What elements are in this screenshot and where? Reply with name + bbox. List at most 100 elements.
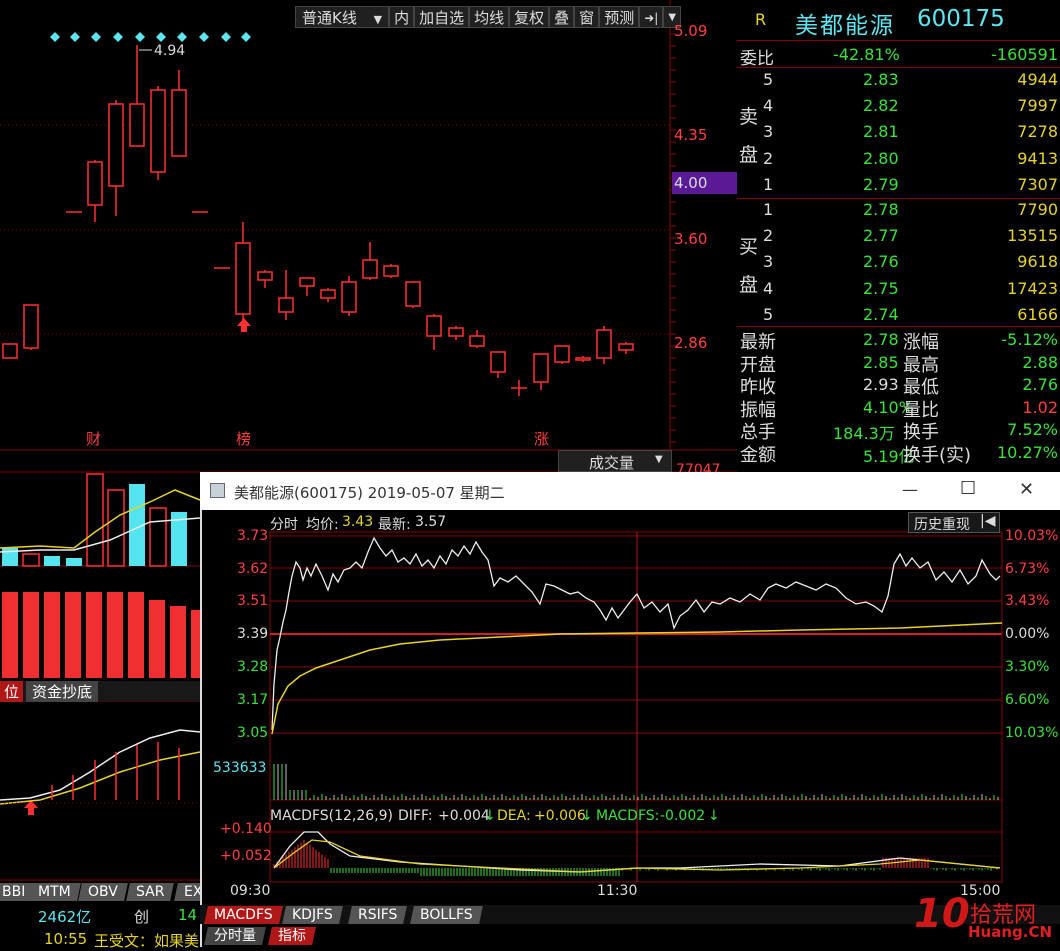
last-price-label: 最新:: [378, 517, 411, 533]
candle-body: [469, 335, 485, 347]
tab-indicator[interactable]: 指标: [268, 927, 316, 945]
buy-side-label: 买: [739, 236, 759, 258]
stat-value: 1.02: [1022, 397, 1058, 417]
diamond-marker: [70, 32, 80, 42]
tab-volume[interactable]: 分时量: [204, 927, 266, 945]
divider: [737, 67, 1060, 68]
order-level: 5: [763, 70, 774, 89]
indicator-tag-fund[interactable]: 资金抄底: [26, 681, 99, 702]
fund-bar: [2, 592, 18, 678]
tab-obv[interactable]: OBV: [78, 883, 128, 901]
fund-bar: [149, 600, 165, 678]
diamond-marker: [91, 32, 101, 42]
order-level: 2: [763, 148, 774, 168]
volume-bar: [22, 553, 40, 567]
fund-bar: [44, 592, 60, 678]
kchart-price-label: 3.60: [674, 230, 708, 248]
tab-mtm[interactable]: MTM: [28, 883, 81, 901]
nav-arrow-icon[interactable]: ➜|: [639, 6, 664, 28]
indicator-line: [0, 751, 201, 805]
candle-body: [596, 329, 612, 359]
order-volume: 9618: [1017, 252, 1058, 272]
order-price: 2.78: [863, 200, 899, 219]
stat-value: 2.88: [1022, 352, 1058, 372]
candle-body: [554, 345, 570, 363]
candle-body: [129, 103, 145, 147]
stat-value: 2.93: [863, 375, 899, 394]
diff-value: +0.004: [438, 808, 490, 824]
last-price-value: 3.57: [415, 514, 447, 530]
time-axis-label: 11:30: [597, 883, 638, 899]
order-price: 2.79: [863, 174, 899, 194]
intraday-chart: [269, 531, 1003, 883]
volume-indicator-select[interactable]: 成交量 ▼: [558, 450, 672, 472]
diamond-marker: [199, 32, 209, 42]
pct-axis-label: 3.30%: [1005, 659, 1050, 675]
toolbar-button-forecast[interactable]: 预测: [599, 6, 640, 28]
diff-label: DIFF:: [398, 808, 433, 824]
dea-label: DEA:: [497, 808, 531, 824]
order-volume: 7997: [1017, 96, 1058, 116]
event-label-finance[interactable]: 财: [86, 428, 101, 449]
tab-bollfs[interactable]: BOLLFS: [410, 906, 483, 924]
watermark-number: 10: [914, 891, 970, 937]
candle-body: [87, 161, 103, 206]
up-arrow-icon: [24, 800, 38, 815]
order-volume: 17423: [1007, 278, 1058, 298]
fund-bar: [170, 606, 186, 678]
kline-type-select[interactable]: 普通K线 ▼: [295, 6, 390, 28]
indicator-tag-left[interactable]: 位: [0, 681, 24, 702]
news-ticker-text[interactable]: 王受文：如果美: [94, 930, 199, 951]
macdfs-label: MACDFS:: [596, 808, 660, 824]
volume-bar: [107, 489, 125, 567]
divider: [737, 40, 1060, 41]
event-label-limit-up[interactable]: 涨: [534, 428, 549, 449]
price-axis-label: 3.73: [237, 528, 269, 544]
replay-start-icon[interactable]: |◀: [980, 513, 995, 529]
order-level: 4: [763, 278, 774, 298]
candle-body: [341, 281, 357, 313]
macdfs-value: -0.002: [660, 808, 706, 824]
dea-value: +0.006: [534, 808, 586, 824]
kchart-price-label: 5.09: [674, 22, 708, 40]
toolbar-button-overlay[interactable]: 叠: [549, 6, 575, 28]
kchart-price-label: 4.35: [674, 126, 708, 144]
stock-name: 美都能源: [795, 13, 895, 39]
stat-value: 7.52%: [1007, 420, 1058, 439]
kline-type-label: 普通K线: [302, 9, 357, 27]
sell-side-label: 卖: [739, 106, 759, 128]
order-volume: 7790: [1017, 200, 1058, 219]
chevron-down-icon: ▼: [373, 13, 383, 26]
fund-bar: [86, 592, 102, 678]
macd-title: MACDFS(12,26,9): [270, 808, 394, 824]
order-price: 2.80: [863, 148, 899, 168]
toolbar-button-add-watchlist[interactable]: 加自选: [414, 6, 470, 28]
fund-bar: [65, 592, 81, 678]
macd-axis-label: +0.140: [220, 821, 272, 837]
order-volume: 7278: [1017, 122, 1058, 142]
volume-bar: [44, 556, 60, 566]
candle-body: [23, 304, 39, 349]
event-label-list[interactable]: 榜: [236, 428, 251, 449]
macdfs-down-arrow-icon: ↓: [708, 808, 720, 824]
order-level: 4: [763, 96, 774, 116]
fund-bar: [23, 592, 39, 678]
tab-sar[interactable]: SAR: [126, 883, 175, 901]
diff-down-arrow-icon: ↓: [484, 808, 496, 824]
tab-kdjfs[interactable]: KDJFS: [282, 906, 343, 924]
tab-macdfs[interactable]: MACDFS: [204, 906, 283, 924]
tab-rsifs[interactable]: RSIFS: [348, 906, 408, 924]
toolbar-button-inner[interactable]: 内: [389, 6, 415, 28]
chevron-down-icon: ▼: [655, 454, 663, 465]
toolbar-button-adjust[interactable]: 复权: [509, 6, 550, 28]
pct-axis-label: 3.43%: [1005, 593, 1050, 609]
dea-down-arrow-icon: ↓: [581, 808, 593, 824]
stat-value: 184.3万: [833, 424, 895, 443]
toolbar-button-ma[interactable]: 均线: [469, 6, 510, 28]
market-amount-value: 2462亿: [38, 908, 92, 926]
diamond-marker: [135, 32, 145, 42]
intraday-window[interactable]: 美都能源(600175) 2019-05-07 星期二 — ☐ ✕ 分时 均价:…: [200, 472, 1060, 947]
pct-axis-label: 10.03%: [1005, 528, 1059, 544]
order-volume: 6166: [1017, 304, 1058, 324]
toolbar-button-window[interactable]: 窗: [574, 6, 600, 28]
